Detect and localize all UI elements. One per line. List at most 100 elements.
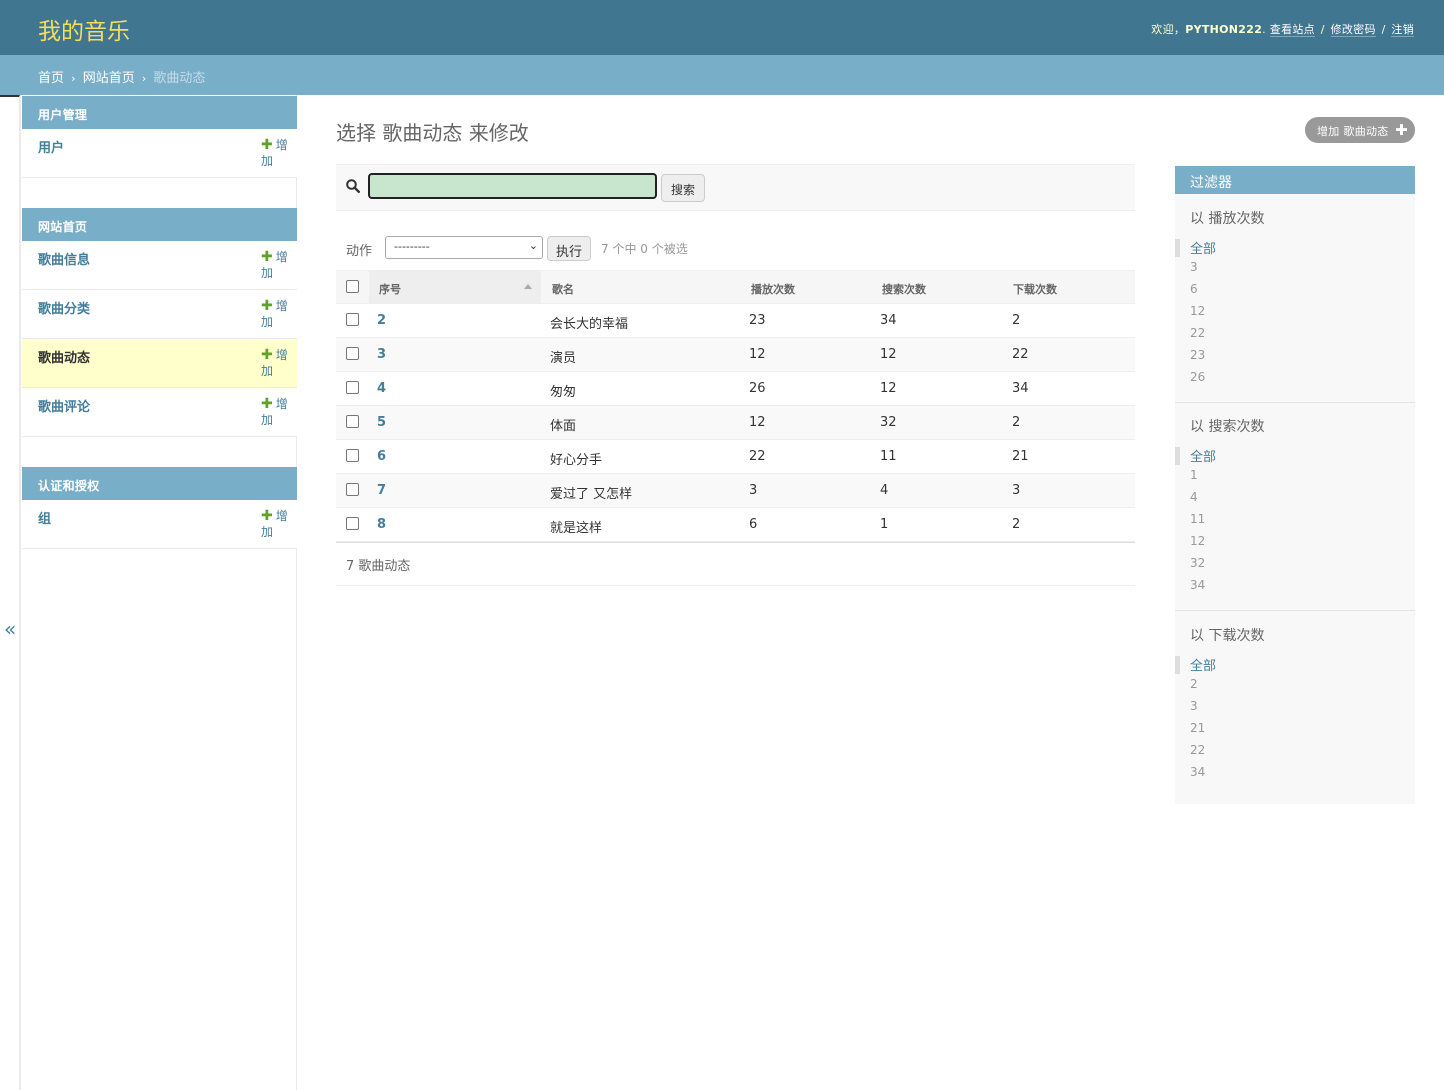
sidebar-item-song-dynamic[interactable]: 歌曲动态 ✚ 增加 [22, 339, 297, 388]
sidebar-item-label[interactable]: 歌曲信息 [38, 249, 90, 268]
filter-option[interactable]: 3 [1190, 699, 1198, 713]
search-input[interactable] [368, 173, 657, 199]
column-header-id[interactable]: 序号 [379, 281, 401, 297]
action-select[interactable]: --------- ⌄ [385, 236, 543, 259]
add-label-part: 加 [261, 315, 274, 329]
add-song-dynamic-button[interactable]: 增加 歌曲动态 ✚ [1305, 117, 1415, 143]
filter-option[interactable]: 22 [1190, 326, 1205, 340]
sidebar-item-label[interactable]: 歌曲分类 [38, 298, 90, 317]
row-checkbox[interactable] [346, 313, 359, 326]
paginator: 7 歌曲动态 [336, 543, 1135, 586]
column-header-downloads[interactable]: 下载次数 [1013, 281, 1057, 297]
filter-option[interactable]: 11 [1190, 512, 1205, 526]
row-id-link[interactable]: 5 [377, 415, 386, 430]
breadcrumb-app[interactable]: 网站首页 [83, 71, 135, 86]
collapse-sidebar-icon[interactable]: « [4, 617, 16, 641]
filter-option[interactable]: 全部 [1190, 238, 1216, 257]
sidebar-item-song-comment[interactable]: 歌曲评论 ✚ 增加 [22, 388, 297, 437]
filter-option[interactable]: 3 [1190, 260, 1198, 274]
row-id-link[interactable]: 6 [377, 449, 386, 464]
row-checkbox[interactable] [346, 449, 359, 462]
sidebar-add-link[interactable]: ✚ 增加 [261, 347, 291, 379]
filter-option[interactable]: 26 [1190, 370, 1205, 384]
module-caption[interactable]: 认证和授权 [22, 467, 297, 500]
table-row: 4 匆匆 26 12 34 [336, 372, 1135, 406]
sidebar-add-link[interactable]: ✚ 增加 [261, 298, 291, 330]
filter-option[interactable]: 23 [1190, 348, 1205, 362]
welcome-period: . [1262, 23, 1266, 36]
add-label-part: 加 [261, 266, 274, 280]
row-checkbox[interactable] [346, 347, 359, 360]
row-plays: 22 [749, 449, 766, 464]
sidebar-add-link[interactable]: ✚ 增加 [261, 508, 291, 540]
filter-option[interactable]: 全部 [1190, 655, 1216, 674]
logout-link[interactable]: 注销 [1391, 23, 1414, 37]
plus-icon: ✚ [261, 396, 273, 412]
row-song-name: 体面 [550, 419, 577, 434]
row-id-link[interactable]: 4 [377, 381, 386, 396]
column-header-searches[interactable]: 搜索次数 [882, 281, 926, 297]
sidebar-item-users[interactable]: 用户 ✚ 增加 [22, 129, 297, 178]
action-label: 动作 [346, 244, 373, 259]
table-row: 5 体面 12 32 2 [336, 406, 1135, 440]
row-id-link[interactable]: 8 [377, 517, 386, 532]
add-label-part: 加 [261, 525, 274, 539]
row-id-link[interactable]: 2 [377, 313, 386, 328]
filter-option[interactable]: 12 [1190, 304, 1205, 318]
add-label-part: 增 [275, 348, 288, 362]
go-button[interactable]: 执行 [547, 236, 591, 261]
filter-option[interactable]: 34 [1190, 578, 1205, 592]
row-plays: 23 [749, 313, 766, 328]
filter-option[interactable]: 34 [1190, 765, 1205, 779]
sidebar-toggle[interactable]: « [0, 95, 20, 1090]
search-icon [346, 179, 360, 193]
filter-option[interactable]: 22 [1190, 743, 1205, 757]
row-id-link[interactable]: 3 [377, 347, 386, 362]
sidebar-add-link[interactable]: ✚ 增加 [261, 249, 291, 281]
actions-bar: 动作 --------- ⌄ 执行 7 个中 0 个被选 [336, 233, 1135, 263]
filter-option[interactable]: 1 [1190, 468, 1198, 482]
filter-option[interactable]: 2 [1190, 677, 1198, 691]
breadcrumb-home[interactable]: 首页 [38, 71, 64, 86]
add-label-part: 增 [275, 299, 288, 313]
sidebar-item-label[interactable]: 组 [38, 508, 51, 527]
row-checkbox[interactable] [346, 517, 359, 530]
filter-option[interactable]: 12 [1190, 534, 1205, 548]
sidebar-add-link[interactable]: ✚ 增加 [261, 137, 291, 169]
breadcrumb-current: 歌曲动态 [153, 71, 206, 86]
filter-option[interactable]: 全部 [1190, 446, 1216, 465]
sidebar-add-link[interactable]: ✚ 增加 [261, 396, 291, 428]
sidebar-item-label[interactable]: 歌曲评论 [38, 396, 90, 415]
row-checkbox[interactable] [346, 415, 359, 428]
row-plays: 26 [749, 381, 766, 396]
search-button[interactable]: 搜索 [661, 174, 705, 202]
row-searches: 32 [880, 415, 897, 430]
view-site-link[interactable]: 查看站点 [1269, 23, 1315, 37]
row-downloads: 2 [1012, 517, 1021, 532]
row-checkbox[interactable] [346, 483, 359, 496]
module-caption[interactable]: 用户管理 [22, 96, 297, 129]
site-brand[interactable]: 我的音乐 [38, 12, 130, 46]
column-header-plays[interactable]: 播放次数 [751, 281, 795, 297]
select-all-checkbox[interactable] [346, 280, 359, 293]
breadcrumb: 首页 › 网站首页 › 歌曲动态 [0, 55, 1444, 95]
row-plays: 12 [749, 347, 766, 362]
module-caption[interactable]: 网站首页 [22, 208, 297, 241]
filter-option[interactable]: 6 [1190, 282, 1198, 296]
filter-option[interactable]: 4 [1190, 490, 1198, 504]
sort-ascending-icon[interactable] [524, 284, 532, 289]
sidebar-item-song-info[interactable]: 歌曲信息 ✚ 增加 [22, 241, 297, 290]
sidebar-item-label[interactable]: 歌曲动态 [38, 347, 90, 366]
column-header-name[interactable]: 歌名 [552, 281, 574, 297]
filter-option[interactable]: 32 [1190, 556, 1205, 570]
row-checkbox[interactable] [346, 381, 359, 394]
row-id-link[interactable]: 7 [377, 483, 386, 498]
sidebar-item-groups[interactable]: 组 ✚ 增加 [22, 500, 297, 549]
site-header: 我的音乐 欢迎，PYTHON222. 查看站点 / 修改密码 / 注销 [0, 0, 1444, 55]
table-header: 序号 歌名 播放次数 搜索次数 下载次数 [336, 270, 1135, 304]
change-password-link[interactable]: 修改密码 [1330, 23, 1376, 37]
row-downloads: 34 [1012, 381, 1029, 396]
filter-option[interactable]: 21 [1190, 721, 1205, 735]
sidebar-item-label[interactable]: 用户 [38, 137, 64, 156]
sidebar-item-song-category[interactable]: 歌曲分类 ✚ 增加 [22, 290, 297, 339]
